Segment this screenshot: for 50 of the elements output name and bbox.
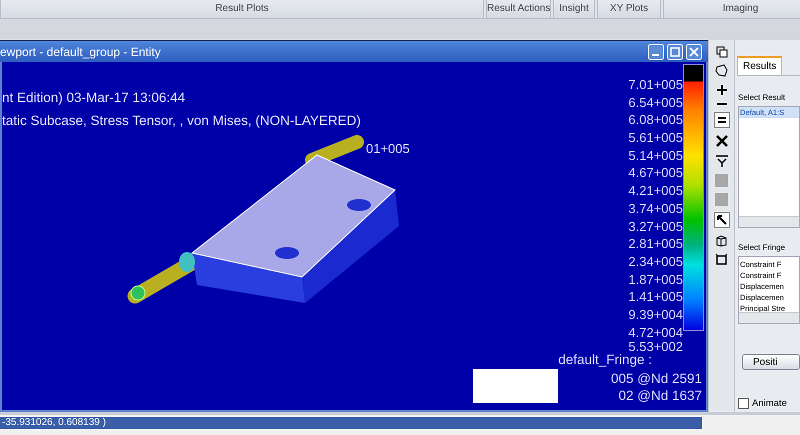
legend-value: 1.87+005: [628, 270, 683, 288]
fringe-value-text: 02 @Nd 1637: [618, 387, 702, 404]
position-button[interactable]: Positi: [742, 354, 800, 370]
legend-value: 5.53+002: [628, 341, 683, 352]
filter-icon[interactable]: [714, 154, 728, 168]
frame-icon[interactable]: [715, 253, 728, 266]
horizontal-scrollbar[interactable]: [739, 312, 799, 323]
section-label: Select Fringe: [738, 243, 786, 252]
animate-checkbox[interactable]: [738, 398, 749, 409]
legend-value: 1.41+005: [628, 288, 683, 306]
legend-value: 4.21+005: [628, 182, 683, 200]
command-line-text: -35.931026, 0.608139 ): [0, 417, 702, 429]
ribbon-group-label: XY Plots: [597, 0, 661, 18]
fringe-value-text: 005 @Nd 2591: [610, 370, 702, 387]
cross-tool-icon[interactable]: [714, 134, 728, 148]
legend-value: 9.39+004: [628, 306, 683, 324]
copy-icon[interactable]: [716, 46, 728, 58]
plot-header-text: nt Edition) 03-Mar-17 13:06:44: [2, 89, 186, 107]
legend-value: 6.08+005: [628, 111, 683, 130]
checkbox-label: Animate: [752, 398, 787, 409]
minimize-button[interactable]: [648, 44, 664, 60]
close-button[interactable]: [686, 44, 702, 60]
legend-value: 4.67+005: [628, 164, 683, 182]
pointer-icon[interactable]: [714, 212, 730, 228]
legend-value: 2.81+005: [628, 235, 683, 253]
panel-tab[interactable]: Results: [737, 56, 782, 75]
section-label: Select Result: [738, 93, 786, 102]
legend-value: 3.74+005: [628, 200, 683, 218]
legend-value: 5.61+005: [628, 129, 683, 147]
outline-shape-icon[interactable]: [714, 64, 728, 78]
ribbon-group-label: Insight: [553, 0, 595, 18]
fringe-title: default_Fringe :: [558, 352, 652, 369]
ribbon-group-label: Imaging: [663, 0, 800, 18]
legend-value: 3.27+005: [628, 218, 683, 236]
legend-value: 6.54+005: [628, 94, 683, 112]
plot-header-text: tatic Subcase, Stress Tensor, , von Mises, (NON-LAYERED): [2, 112, 361, 130]
zoom-in-icon[interactable]: [716, 84, 728, 96]
legend-value: 7.01+005: [628, 76, 683, 94]
equal-icon[interactable]: [714, 112, 730, 128]
result-value-label: 01+005: [366, 141, 410, 156]
legend-value: 2.34+005: [628, 252, 683, 271]
zoom-out-icon[interactable]: [716, 102, 728, 106]
legend-value: 5.14+005: [628, 146, 683, 164]
ribbon-group-label: Result Plots: [0, 0, 484, 18]
ribbon-group-label: Result Actions: [486, 0, 551, 18]
legend-value: 4.72+004: [628, 324, 683, 342]
maximize-button[interactable]: [667, 44, 683, 60]
window-title: ewport - default_group - Entity: [0, 44, 161, 58]
cube-icon[interactable]: [715, 234, 728, 247]
horizontal-scrollbar[interactable]: [739, 216, 799, 227]
